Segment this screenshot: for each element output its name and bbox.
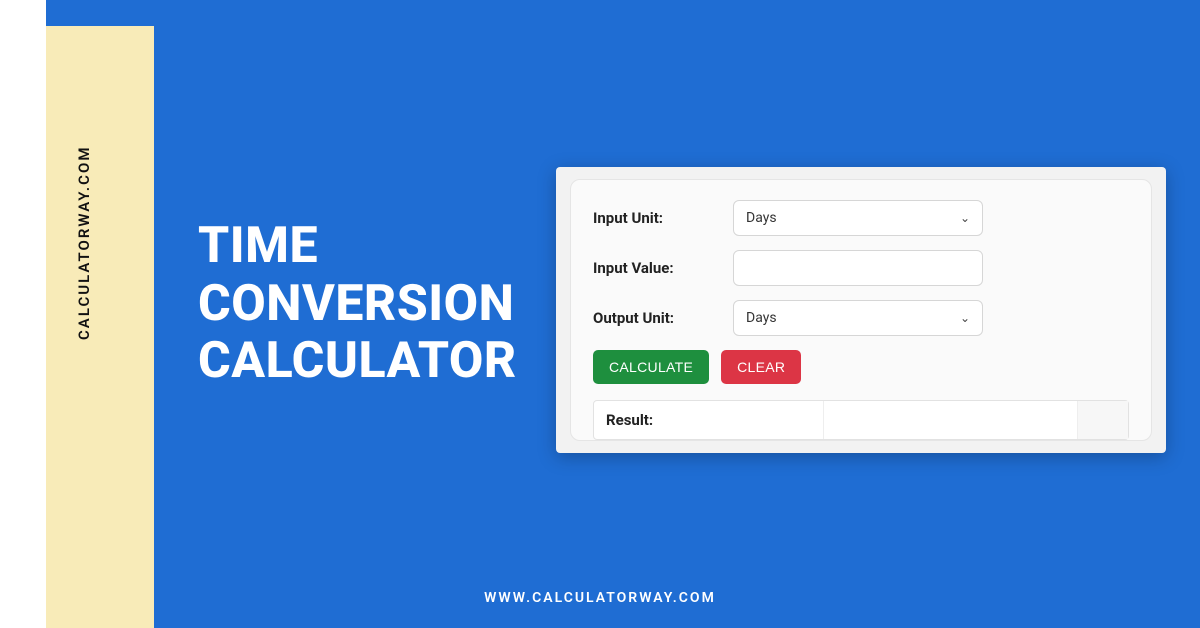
chevron-down-icon: ⌄ [960, 311, 970, 325]
select-output-unit-value: Days [746, 310, 777, 326]
result-label: Result: [594, 401, 824, 439]
input-value-field[interactable] [733, 250, 983, 286]
result-row: Result: [593, 400, 1129, 440]
label-input-unit: Input Unit: [593, 209, 733, 227]
chevron-down-icon: ⌄ [960, 211, 970, 225]
row-input-unit: Input Unit: Days ⌄ [593, 200, 1129, 236]
row-input-value: Input Value: [593, 250, 1129, 286]
calculator-panel: Input Unit: Days ⌄ Input Value: Output U… [570, 179, 1152, 441]
select-input-unit[interactable]: Days ⌄ [733, 200, 983, 236]
label-input-value: Input Value: [593, 259, 733, 277]
clear-button[interactable]: CLEAR [721, 350, 801, 384]
row-output-unit: Output Unit: Days ⌄ [593, 300, 1129, 336]
brand-vertical-label: CALCULATORWAY.COM [75, 146, 93, 340]
cream-stripe [46, 26, 154, 628]
label-output-unit: Output Unit: [593, 309, 733, 327]
result-value [824, 401, 1078, 439]
select-input-unit-value: Days [746, 210, 777, 226]
calculate-button[interactable]: CALCULATE [593, 350, 709, 384]
result-unit [1078, 401, 1128, 439]
calculator-card: Input Unit: Days ⌄ Input Value: Output U… [556, 167, 1166, 453]
button-row: CALCULATE CLEAR [593, 350, 1129, 384]
footer-url: WWW.CALCULATORWAY.COM [0, 590, 1200, 606]
title-line-2: CONVERSION [198, 276, 517, 334]
title-line-3: CALCULATOR [198, 333, 517, 391]
left-white-strip [0, 0, 46, 628]
select-output-unit[interactable]: Days ⌄ [733, 300, 983, 336]
title-line-1: TIME [198, 218, 517, 276]
page: CALCULATORWAY.COM TIME CONVERSION CALCUL… [0, 0, 1200, 628]
page-title: TIME CONVERSION CALCULATOR [198, 218, 517, 391]
